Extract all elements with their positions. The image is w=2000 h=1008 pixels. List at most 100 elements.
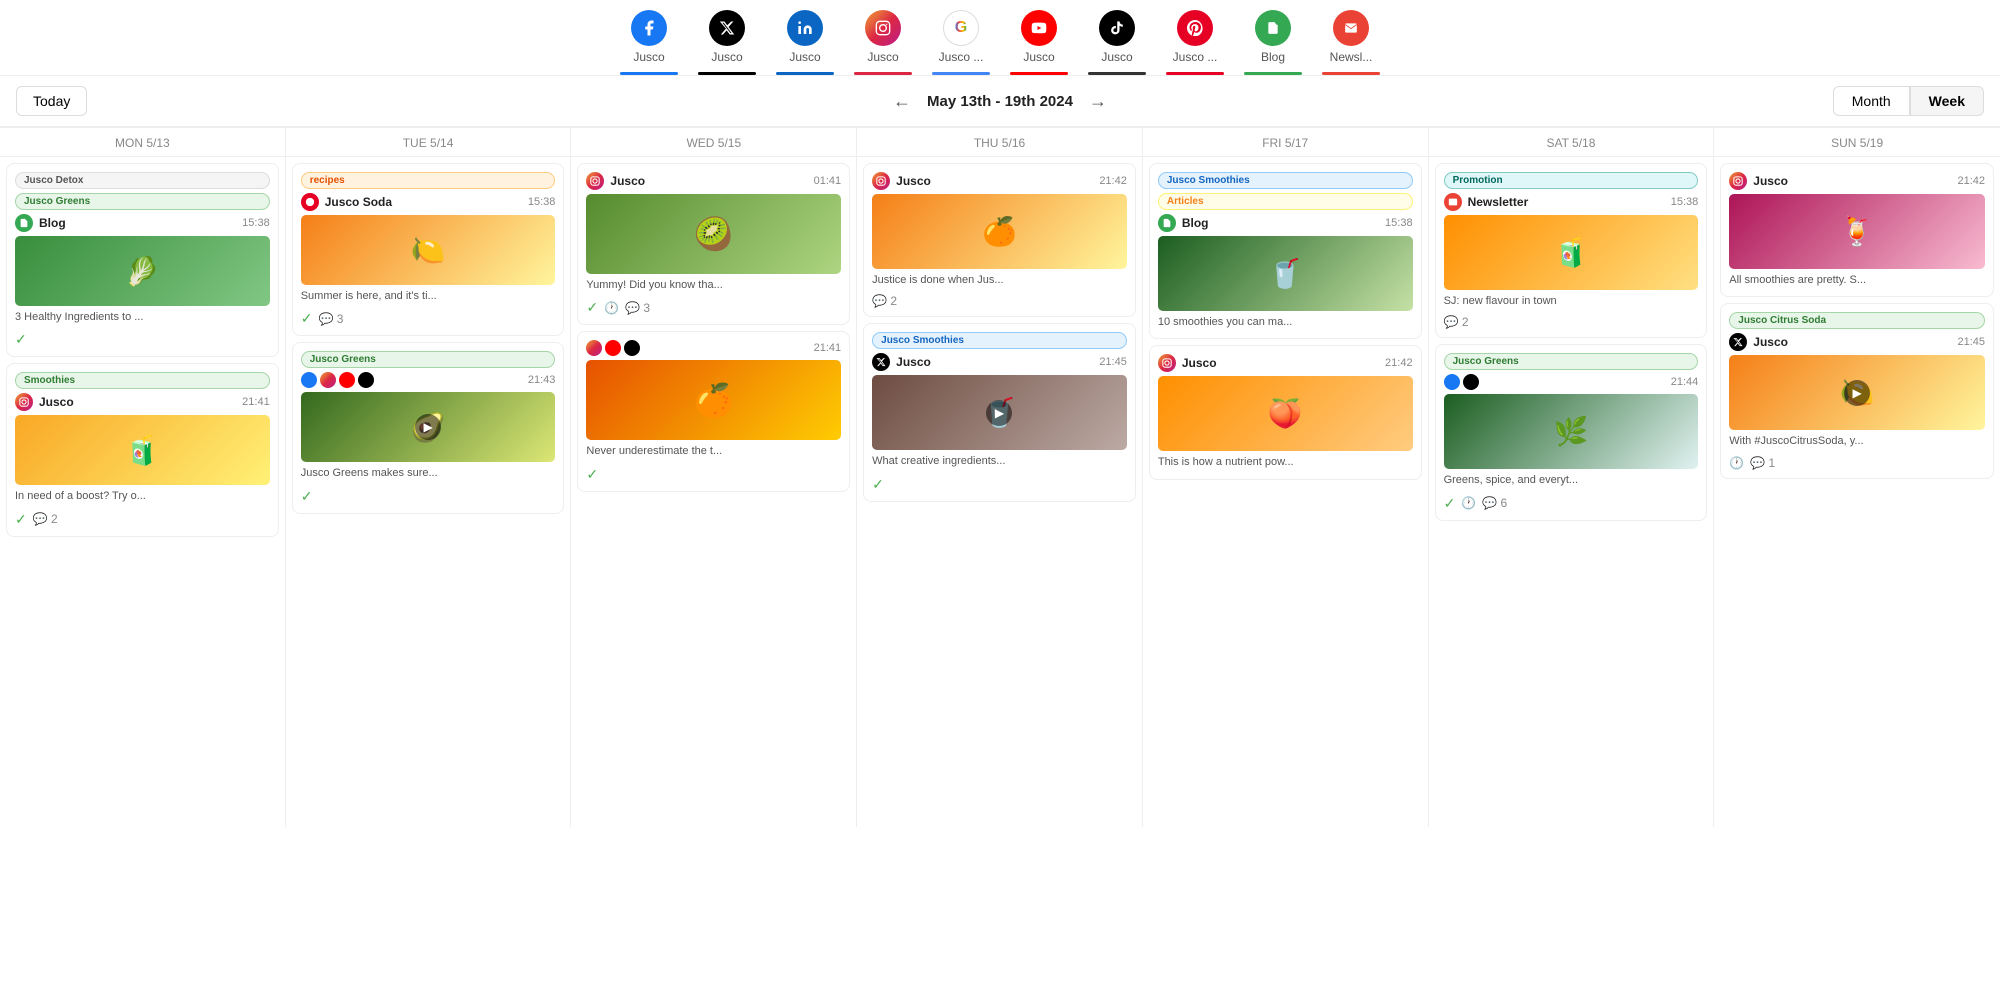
- social-item-youtube[interactable]: Jusco: [1004, 10, 1074, 75]
- check-icon: ✓: [586, 466, 598, 483]
- card-text-thu-2: What creative ingredients...: [872, 454, 1127, 469]
- video-overlay: ▶: [986, 400, 1012, 426]
- card-wed-2[interactable]: 21:41 🍊 Never underestimate the t... ✓: [577, 331, 850, 491]
- social-item-facebook[interactable]: Jusco: [614, 10, 684, 75]
- card-platform-label: Jusco: [896, 174, 1093, 188]
- card-tue-2[interactable]: Jusco Greens 21:43 🥑 ▶ Jusc: [292, 342, 565, 513]
- social-item-blog[interactable]: Blog: [1238, 10, 1308, 75]
- day-content-thu: Jusco 21:42 🍊 Justice is done when Jus..…: [857, 157, 1142, 827]
- card-time: 15:38: [1671, 196, 1699, 208]
- day-col-sun: SUN 5/19 Jusco 21:42 🍹 All smoothies are…: [1714, 128, 2000, 827]
- blog-icon: [1255, 10, 1291, 46]
- social-item-instagram[interactable]: Jusco: [848, 10, 918, 75]
- card-footer-mon-1: ✓: [15, 331, 270, 348]
- card-fri-2[interactable]: Jusco 21:42 🍑 This is how a nutrient pow…: [1149, 345, 1422, 479]
- nav-center: ← May 13th - 19th 2024 →: [893, 91, 1107, 112]
- day-header-thu: THU 5/16: [857, 128, 1142, 157]
- card-image-mon-2: 🧃: [15, 415, 270, 485]
- card-image-tue-1: 🍋: [301, 215, 556, 285]
- view-toggle: Month Week: [1833, 86, 1984, 116]
- card-header-sun-1: Jusco 21:42: [1729, 172, 1985, 190]
- social-underline-pinterest: [1166, 72, 1224, 75]
- newsletter-icon: [1333, 10, 1369, 46]
- card-mon-1[interactable]: Jusco Detox Jusco Greens Blog 15:38 🥬 3 …: [6, 163, 279, 357]
- card-thu-2[interactable]: Jusco Smoothies Jusco 21:45 🥤 ▶ What cre…: [863, 323, 1136, 501]
- card-thu-1[interactable]: Jusco 21:42 🍊 Justice is done when Jus..…: [863, 163, 1136, 317]
- card-image-sat-1: 🧃: [1444, 215, 1699, 290]
- social-underline-instagram: [854, 72, 912, 75]
- card-wed-1[interactable]: Jusco 01:41 🥝 Yummy! Did you know tha...…: [577, 163, 850, 325]
- card-header-mon-1: Blog 15:38: [15, 214, 270, 232]
- tag-jusco-greens: Jusco Greens: [1444, 353, 1699, 370]
- social-label-pinterest: Jusco ...: [1173, 50, 1218, 64]
- card-sat-1[interactable]: Promotion Newsletter 15:38 🧃 SJ: new fla…: [1435, 163, 1708, 338]
- card-header-thu-1: Jusco 21:42: [872, 172, 1127, 190]
- social-item-tiktok[interactable]: Jusco: [1082, 10, 1152, 75]
- card-header-tue-2: 21:43: [301, 372, 556, 388]
- tag-jusco-greens: Jusco Greens: [301, 351, 556, 368]
- card-text-wed-1: Yummy! Did you know tha...: [586, 278, 841, 293]
- tag-recipes: recipes: [301, 172, 556, 189]
- next-week-button[interactable]: →: [1089, 91, 1107, 112]
- card-sat-2[interactable]: Jusco Greens 21:44 🌿 Greens, spice, and …: [1435, 344, 1708, 520]
- card-time: 15:38: [528, 196, 556, 208]
- social-item-newsletter[interactable]: Newsl...: [1316, 10, 1386, 75]
- month-view-button[interactable]: Month: [1833, 86, 1910, 116]
- social-label-instagram: Jusco: [867, 50, 898, 64]
- check-icon: ✓: [15, 511, 27, 528]
- video-overlay: ▶: [1844, 380, 1870, 406]
- check-icon: ✓: [301, 310, 313, 327]
- day-header-sun: SUN 5/19: [1714, 128, 2000, 157]
- social-underline-youtube: [1010, 72, 1068, 75]
- day-header-wed: WED 5/15: [571, 128, 856, 157]
- social-item-pinterest[interactable]: Jusco ...: [1160, 10, 1230, 75]
- card-fri-1[interactable]: Jusco Smoothies Articles Blog 15:38 🥤 10…: [1149, 163, 1422, 339]
- facebook-icon: [631, 10, 667, 46]
- blog-platform-icon: [15, 214, 33, 232]
- card-header-mon-2: Jusco 21:41: [15, 393, 270, 411]
- linkedin-icon: [787, 10, 823, 46]
- day-col-wed: WED 5/15 Jusco 01:41 🥝 Yummy! Did you kn…: [571, 128, 857, 827]
- card-time: 21:44: [1671, 376, 1699, 388]
- tag-jusco-detox: Jusco Detox: [15, 172, 270, 189]
- calendar-header: Today ← May 13th - 19th 2024 → Month Wee…: [0, 76, 2000, 127]
- today-button[interactable]: Today: [16, 86, 87, 116]
- fb-sm-icon: [301, 372, 317, 388]
- comment-icon: 💬 6: [1482, 496, 1507, 510]
- card-header-wed-2: 21:41: [586, 340, 841, 356]
- pinterest-icon: [1177, 10, 1213, 46]
- card-footer-thu-1: 💬 2: [872, 294, 1127, 308]
- day-header-sat: SAT 5/18: [1429, 128, 1714, 157]
- social-underline-facebook: [620, 72, 678, 75]
- card-header-sat-2: 21:44: [1444, 374, 1699, 390]
- tiktok-icon: [1099, 10, 1135, 46]
- social-item-linkedin[interactable]: Jusco: [770, 10, 840, 75]
- instagram-platform-icon: [15, 393, 33, 411]
- week-view-button[interactable]: Week: [1910, 86, 1984, 116]
- check-icon: ✓: [15, 331, 27, 348]
- card-mon-2[interactable]: Smoothies Jusco 21:41 🧃 In need of a boo…: [6, 363, 279, 536]
- social-item-twitter[interactable]: Jusco: [692, 10, 762, 75]
- multi-platform-icons: [586, 340, 640, 356]
- social-item-google[interactable]: G Jusco ...: [926, 10, 996, 75]
- card-sun-1[interactable]: Jusco 21:42 🍹 All smoothies are pretty. …: [1720, 163, 1994, 297]
- social-label-twitter: Jusco: [711, 50, 742, 64]
- card-time: 01:41: [814, 175, 842, 187]
- social-label-linkedin: Jusco: [789, 50, 820, 64]
- pinterest-platform-icon: [301, 193, 319, 211]
- card-text-tue-2: Jusco Greens makes sure...: [301, 466, 556, 481]
- day-col-sat: SAT 5/18 Promotion Newsletter 15:38 🧃 SJ…: [1429, 128, 1715, 827]
- card-platform-label: Newsletter: [1468, 195, 1665, 209]
- tag-jusco-greens: Jusco Greens: [15, 193, 270, 210]
- tt-sm-icon: [624, 340, 640, 356]
- card-tue-1[interactable]: recipes Jusco Soda 15:38 🍋 Summer is her…: [292, 163, 565, 336]
- card-footer-sat-1: 💬 2: [1444, 315, 1699, 329]
- card-sun-2[interactable]: Jusco Citrus Soda Jusco 21:45 🍋 ▶ With #…: [1720, 303, 1994, 478]
- day-header-tue: TUE 5/14: [286, 128, 571, 157]
- prev-week-button[interactable]: ←: [893, 91, 911, 112]
- card-header-tue-1: Jusco Soda 15:38: [301, 193, 556, 211]
- card-header-fri-2: Jusco 21:42: [1158, 354, 1413, 372]
- card-text-fri-2: This is how a nutrient pow...: [1158, 455, 1413, 470]
- day-content-tue: recipes Jusco Soda 15:38 🍋 Summer is her…: [286, 157, 571, 827]
- check-icon: ✓: [1444, 495, 1456, 512]
